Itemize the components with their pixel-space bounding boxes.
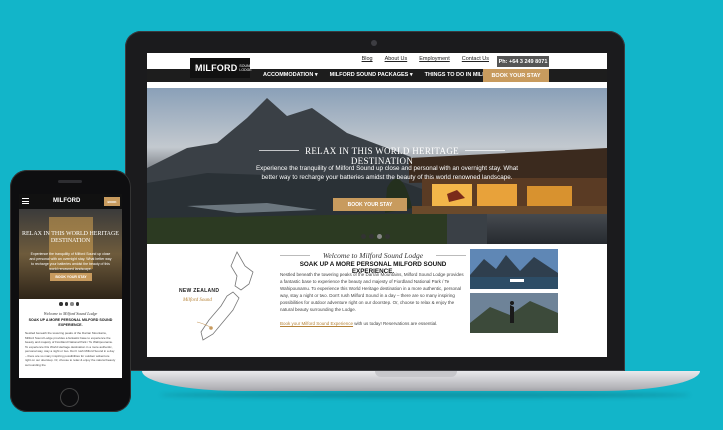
map-label-milford: Milford Sound bbox=[183, 298, 212, 303]
carousel-dots bbox=[361, 234, 390, 239]
phone-number[interactable]: Ph: +64 3 249 8071 bbox=[497, 56, 549, 67]
top-link-about[interactable]: About Us bbox=[385, 56, 408, 62]
carousel-dot[interactable] bbox=[369, 234, 374, 239]
nav-book-button[interactable]: BOOK YOUR STAY bbox=[483, 69, 549, 82]
top-links: Blog About Us Employment Contact Us bbox=[362, 56, 489, 62]
new-zealand-map: NEW ZEALAND Milford Sound bbox=[175, 248, 275, 348]
body-text: Nestled beneath the towering peaks of th… bbox=[280, 272, 464, 312]
mobile-book-button[interactable]: BOOK bbox=[104, 197, 120, 206]
carousel-dot[interactable] bbox=[70, 302, 74, 306]
top-link-blog[interactable]: Blog bbox=[362, 56, 373, 62]
mobile-welcome: Welcome to Milford Sound Lodge bbox=[43, 311, 98, 316]
hiker-photo bbox=[470, 293, 558, 333]
top-link-contact[interactable]: Contact Us bbox=[462, 56, 489, 62]
map-label-nz: NEW ZEALAND bbox=[179, 288, 220, 294]
site-logo[interactable]: MILFORD SOUND LODGE bbox=[190, 58, 252, 78]
logo-sub-2: LODGE bbox=[239, 68, 252, 72]
laptop-shadow bbox=[160, 392, 690, 398]
camera-icon bbox=[371, 40, 377, 46]
mobile-subheading: SOAK UP A MORE PERSONAL MILFORD SOUND EX… bbox=[28, 318, 113, 327]
mobile-hero: RELAX IN THIS WORLD HERITAGE DESTINATION… bbox=[19, 209, 122, 299]
fiord-image bbox=[470, 249, 558, 289]
carousel-dot[interactable] bbox=[377, 234, 382, 239]
laptop-screen: Blog About Us Employment Contact Us Ph: … bbox=[147, 53, 607, 357]
mobile-hero-text: Experience the tranquility of Milford So… bbox=[29, 252, 112, 271]
hiker-image bbox=[470, 293, 558, 333]
mobile-logo[interactable]: MILFORD bbox=[53, 198, 80, 204]
laptop-notch bbox=[375, 371, 457, 377]
phone-frame: MILFORD BOOK RELAX IN THIS WORLD HERITAG… bbox=[10, 170, 131, 412]
fiord-photo bbox=[470, 249, 558, 289]
desktop-site: Blog About Us Employment Contact Us Ph: … bbox=[147, 53, 607, 357]
carousel-dot[interactable] bbox=[75, 302, 79, 306]
mobile-hero-title: RELAX IN THIS WORLD HERITAGE DESTINATION bbox=[22, 231, 119, 244]
carousel-dot[interactable] bbox=[59, 302, 63, 306]
home-button[interactable] bbox=[60, 388, 79, 407]
mobile-carousel-dots bbox=[59, 302, 79, 306]
hero-banner: RELAX IN THIS WORLD HERITAGE DESTINATION… bbox=[147, 88, 607, 244]
hero-book-button[interactable]: BOOK YOUR STAY bbox=[333, 198, 407, 211]
phone-screen: MILFORD BOOK RELAX IN THIS WORLD HERITAG… bbox=[19, 194, 122, 378]
hero-heading: RELAX IN THIS WORLD HERITAGE DESTINATION bbox=[305, 146, 459, 166]
hero-text: Experience the tranquility of Milford So… bbox=[255, 165, 519, 181]
booking-line-rest: with us today! Reservations are essentia… bbox=[353, 321, 438, 326]
carousel-dot[interactable] bbox=[64, 302, 68, 306]
nav-packages[interactable]: MILFORD SOUND PACKAGES ▾ bbox=[330, 72, 413, 78]
carousel-dot[interactable] bbox=[361, 234, 366, 239]
carousel-dot[interactable] bbox=[385, 234, 390, 239]
booking-link[interactable]: Book your Milford Sound Experience bbox=[280, 321, 353, 326]
phone-speaker bbox=[58, 180, 82, 183]
top-link-employment[interactable]: Employment bbox=[419, 56, 450, 62]
hamburger-menu-icon[interactable] bbox=[22, 198, 29, 204]
mobile-header: MILFORD BOOK bbox=[19, 194, 122, 209]
mobile-body: Nestled beneath the towering peaks of th… bbox=[25, 331, 116, 367]
mobile-hero-button[interactable]: BOOK YOUR STAY bbox=[50, 273, 92, 281]
nav-accommodation[interactable]: ACCOMMODATION ▾ bbox=[263, 72, 318, 78]
booking-line: Book your Milford Sound Experience with … bbox=[280, 321, 464, 326]
logo-word: MILFORD bbox=[195, 63, 238, 73]
welcome-heading: Welcome to Milford Sound Lodge bbox=[322, 251, 424, 260]
